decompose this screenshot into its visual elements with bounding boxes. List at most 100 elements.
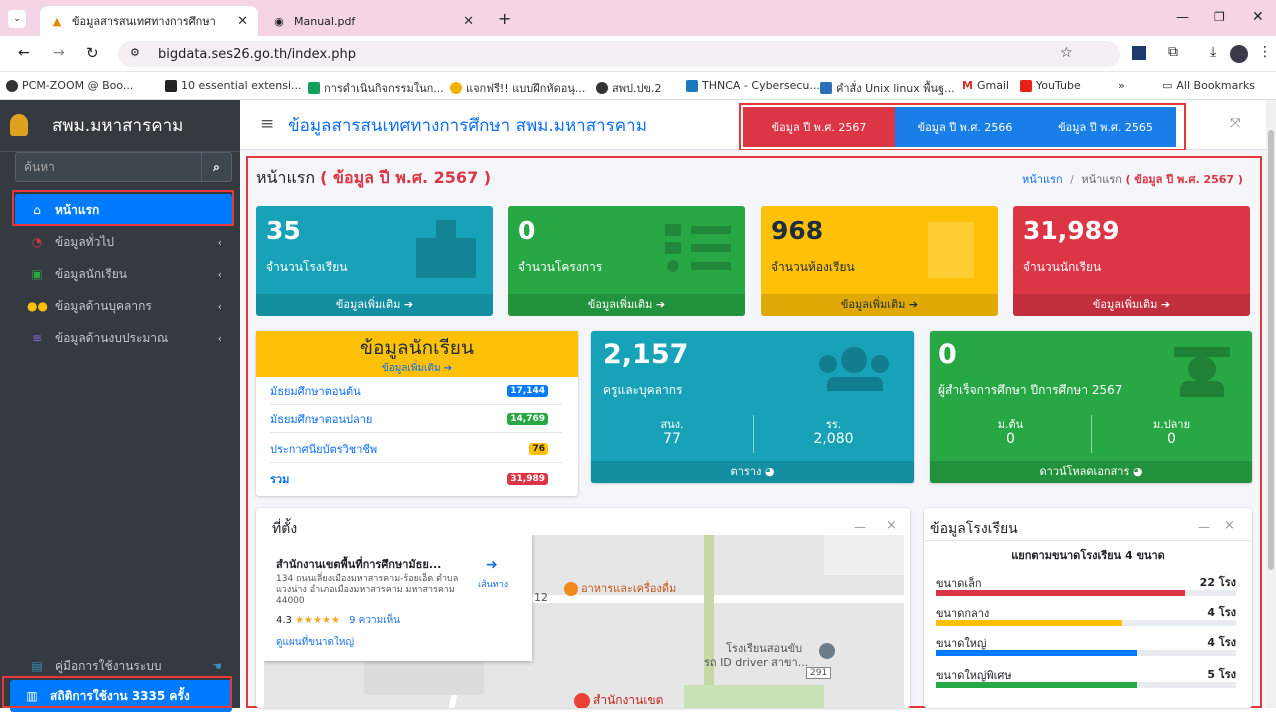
restore-window-icon[interactable]: ❐ bbox=[1214, 10, 1225, 24]
graduates-value: 0 bbox=[938, 339, 957, 370]
year-tab-2565[interactable]: ข้อมูล ปี พ.ศ. 2565 bbox=[1035, 107, 1176, 147]
more-info-link[interactable]: ข้อมูลเพิ่มเติม ➔ bbox=[256, 294, 493, 316]
sidebar-item-students[interactable]: ▣ ข้อมูลนักเรียน ‹ bbox=[15, 258, 232, 290]
reviews-link[interactable]: 9 ความเห็น bbox=[349, 615, 400, 626]
tab-search-icon[interactable]: ⌄ bbox=[8, 10, 26, 28]
rating-stars: ★★★★★ bbox=[295, 615, 340, 626]
page-title: หน้าแรก ( ข้อมูล ปี พ.ศ. 2567 ) bbox=[256, 168, 492, 187]
tab-title: ข้อมูลสารสนเทศทางการศึกษา bbox=[72, 15, 216, 28]
stat-value: 31,989 bbox=[1023, 216, 1120, 245]
close-icon[interactable]: × bbox=[1224, 518, 1235, 533]
reload-icon[interactable]: ↻ bbox=[86, 44, 99, 62]
year-tab-2567[interactable]: ข้อมูล ปี พ.ศ. 2567 bbox=[743, 107, 895, 147]
close-tab-icon[interactable]: ✕ bbox=[463, 14, 474, 29]
student-more-link[interactable]: ข้อมูลเพิ่มเติม ➔ bbox=[256, 361, 578, 376]
breadcrumb-home[interactable]: หน้าแรก bbox=[1022, 173, 1063, 186]
hamburger-icon[interactable]: ≡ bbox=[260, 114, 274, 134]
progress-bar bbox=[936, 650, 1236, 656]
sidebar-item-personnel[interactable]: ●● ข้อมูลด้านบุคลากร ‹ bbox=[15, 290, 232, 322]
sidebar-item-stats[interactable]: ▥ สถิติการใช้งาน 3335 ครั้ง bbox=[10, 680, 232, 712]
bookmark-item[interactable]: THNCA - Cybersecu... bbox=[686, 79, 820, 92]
bookmark-item[interactable]: คำสั่ง Unix linux พื้นฐ... bbox=[820, 79, 955, 97]
minimize-window-icon[interactable]: — bbox=[1176, 10, 1189, 25]
map-poi-driver[interactable]: รถ ID driver สาขา... bbox=[704, 653, 808, 671]
page-scrollbar[interactable] bbox=[1266, 100, 1276, 708]
extensions-puzzle-icon[interactable]: ⧉ bbox=[1168, 44, 1178, 60]
all-bookmarks[interactable]: ▭ All Bookmarks bbox=[1162, 79, 1255, 92]
coins-icon: ≡ bbox=[31, 331, 43, 345]
browser-menu-icon[interactable]: ⋮ bbox=[1258, 44, 1272, 60]
fullscreen-icon[interactable]: ⤧ bbox=[1230, 116, 1240, 131]
more-bookmarks[interactable]: » bbox=[1118, 79, 1125, 92]
sidebar-item-label: ข้อมูลด้านบุคลากร bbox=[55, 298, 152, 313]
more-info-link[interactable]: ข้อมูลเพิ่มเติม ➔ bbox=[508, 294, 745, 316]
list-item[interactable]: มัธยมศึกษาตอนปลาย 14,769 bbox=[270, 405, 562, 433]
close-icon[interactable]: × bbox=[886, 518, 897, 533]
count-badge: 31,989 bbox=[507, 473, 548, 485]
stat-label: จำนวนห้องเรียน bbox=[771, 260, 855, 274]
forward-icon[interactable]: → bbox=[53, 45, 65, 61]
close-tab-icon[interactable]: ✕ bbox=[237, 14, 248, 29]
back-icon[interactable]: ← bbox=[18, 45, 30, 61]
brand[interactable]: สพม.มหาสารคาม bbox=[0, 100, 240, 152]
sidebar-item-general[interactable]: ◔ ข้อมูลทั่วไป ‹ bbox=[15, 226, 232, 258]
list-item[interactable]: ประกาศนียบัตรวิชาชีพ 76 bbox=[270, 435, 562, 463]
browser-tab-active[interactable]: ▲ ข้อมูลสารสนเทศทางการศึกษา ✕ bbox=[40, 6, 258, 36]
chevron-left-icon: ‹ bbox=[217, 267, 222, 281]
globe-icon: ◉ bbox=[274, 14, 284, 28]
download-icon[interactable]: ⤓ bbox=[1210, 44, 1216, 60]
minimize-icon[interactable]: — bbox=[854, 520, 866, 534]
browser-tab-manual[interactable]: ◉ Manual.pdf ✕ bbox=[262, 6, 484, 36]
bookmark-item[interactable]: แจกฟรี!! แบบฝึกหัดอนุ... bbox=[450, 79, 585, 97]
progress-fill bbox=[936, 590, 1185, 596]
staff-card: 2,157 ครูและบุคลากร สนง. 77 รร. 2,080 ตา… bbox=[591, 331, 914, 483]
stat-box-projects: 0 จำนวนโครงการ ข้อมูลเพิ่มเติม ➔ bbox=[508, 206, 745, 316]
sidebar-item-manual[interactable]: ▤ คู่มือการใช้งานระบบ ☚ bbox=[15, 650, 232, 682]
search-icon[interactable]: ⌕ bbox=[201, 153, 231, 181]
download-documents-link[interactable]: ดาวน์โหลดเอกสาร ◕ bbox=[930, 461, 1252, 483]
bookmark-item[interactable]: YouTube bbox=[1020, 79, 1081, 92]
stat-label: จำนวนโครงการ bbox=[518, 260, 603, 274]
minimize-icon[interactable]: — bbox=[1198, 520, 1210, 534]
bookmark-item[interactable]: การดำเนินกิจกรรมในก... bbox=[308, 79, 444, 97]
progress-fill bbox=[936, 682, 1137, 688]
staff-school-value: 2,080 bbox=[813, 431, 854, 447]
staff-table-link[interactable]: ตาราง ◕ bbox=[591, 461, 914, 483]
bookmark-item[interactable]: สพป.ปข.2 bbox=[596, 79, 661, 97]
directions-icon[interactable]: ➜ bbox=[486, 557, 498, 573]
larger-map-link[interactable]: ดูแผนที่ขนาดใหญ่ bbox=[276, 635, 354, 650]
sidebar-item-label: ข้อมูลทั่วไป bbox=[55, 234, 114, 249]
sidebar-item-budget[interactable]: ≡ ข้อมูลด้านงบประมาณ ‹ bbox=[15, 322, 232, 354]
address-bar[interactable]: ⚙ bigdata.ses26.go.th/index.php bbox=[118, 41, 1120, 67]
bookmark-item[interactable]: 10 essential extensi... bbox=[165, 79, 302, 92]
map-marker-icon[interactable] bbox=[819, 643, 835, 659]
bookmark-star-icon[interactable]: ☆ bbox=[1060, 45, 1073, 61]
extension-icon[interactable] bbox=[1132, 46, 1146, 60]
list-item[interactable]: มัธยมศึกษาตอนต้น 17,144 bbox=[270, 377, 562, 405]
sidebar-search[interactable]: ค้นหา ⌕ bbox=[15, 152, 232, 182]
arrow-circle-right-icon: ➔ bbox=[1160, 298, 1171, 311]
bookmark-item[interactable]: M Gmail bbox=[962, 79, 1009, 92]
map-poi-restaurant[interactable]: อาหารและเครื่องดื่ม bbox=[564, 579, 676, 597]
sidebar-item-home[interactable]: ⌂ หน้าแรก bbox=[15, 194, 232, 226]
google-map[interactable]: อาหารและเครื่องดื่ม 12 โรงเรียนสอนขับ รถ… bbox=[264, 535, 904, 708]
new-tab-icon[interactable]: + bbox=[498, 9, 511, 28]
search-input[interactable]: ค้นหา bbox=[16, 158, 201, 177]
year-tab-2566[interactable]: ข้อมูล ปี พ.ศ. 2566 bbox=[895, 107, 1035, 147]
map-info-card: สำนักงานเขตพื้นที่การศึกษามัธย... 134 ถน… bbox=[264, 535, 532, 661]
more-info-link[interactable]: ข้อมูลเพิ่มเติม ➔ bbox=[1013, 294, 1250, 316]
list-item-total[interactable]: รวม 31,989 bbox=[270, 465, 562, 493]
profile-avatar[interactable] bbox=[1230, 45, 1248, 63]
student-card-header: ข้อมูลนักเรียน ข้อมูลเพิ่มเติม ➔ bbox=[256, 331, 578, 377]
directions-link[interactable]: เส้นทาง bbox=[478, 577, 508, 591]
arrow-circle-right-icon: ➔ bbox=[908, 298, 919, 311]
bookmark-item[interactable]: PCM-ZOOM @ Boo... bbox=[6, 79, 133, 92]
graduates-card: 0 ผู้สำเร็จการศึกษา ปีการศึกษา 2567 ม.ต้… bbox=[930, 331, 1252, 483]
place-rating: 4.3 ★★★★★ 9 ความเห็น bbox=[276, 615, 401, 626]
site-info-icon[interactable]: ⚙ bbox=[130, 46, 140, 59]
chevron-left-icon: ‹ bbox=[217, 331, 222, 345]
more-info-link[interactable]: ข้อมูลเพิ่มเติม ➔ bbox=[761, 294, 998, 316]
close-window-icon[interactable]: ✕ bbox=[1252, 9, 1264, 25]
home-icon: ⌂ bbox=[33, 203, 41, 217]
map-pin-office[interactable]: สำนักงานเขต bbox=[574, 691, 663, 708]
